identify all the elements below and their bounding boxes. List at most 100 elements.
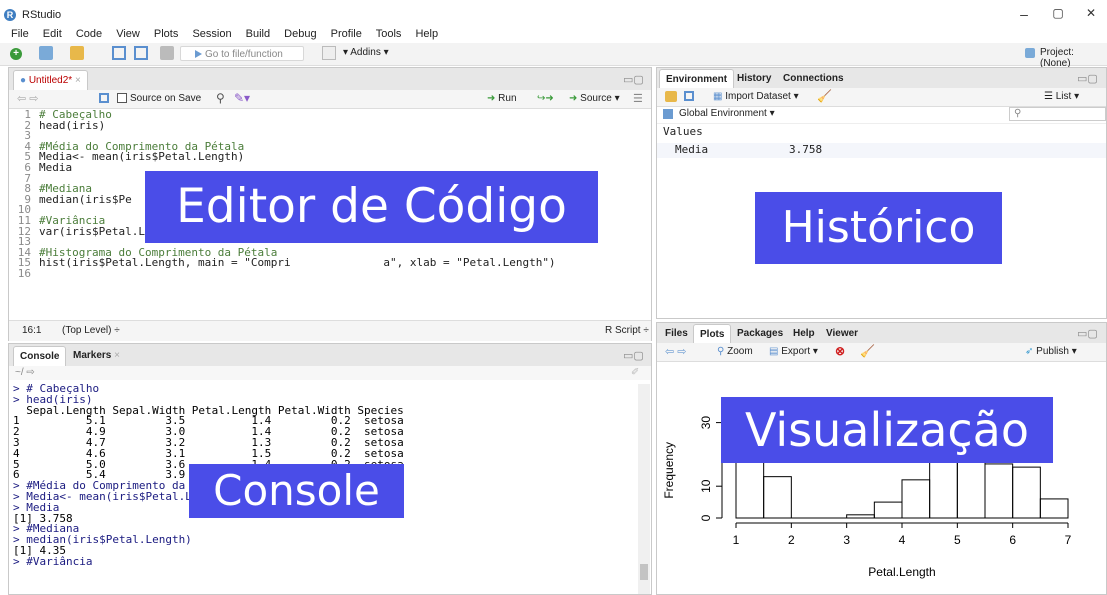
minimize-button[interactable]: –	[1014, 6, 1034, 22]
maximize-button[interactable]: ▢	[1048, 6, 1068, 20]
menu-session[interactable]: Session	[192, 28, 231, 40]
code-line[interactable]: 2 head(iris)	[9, 120, 649, 132]
run-button[interactable]: ➜ Run	[487, 93, 517, 104]
variable-name: Media	[675, 143, 709, 156]
code-line[interactable]: 16	[9, 268, 649, 280]
list-view-dropdown[interactable]: ☰ List ▾	[1044, 91, 1079, 102]
tab-untitled2[interactable]: ● Untitled2* ×	[13, 70, 88, 91]
clear-console-icon[interactable]: ✐	[631, 366, 639, 380]
remove-plot-icon[interactable]: ⊗	[835, 344, 845, 358]
tab-environment[interactable]: Environment	[659, 69, 735, 89]
scrollbar-thumb[interactable]	[640, 564, 648, 580]
clear-plots-icon[interactable]: 🧹	[860, 344, 875, 358]
histogram-bar	[1039, 498, 1069, 519]
broom-icon[interactable]: 🧹	[817, 89, 832, 103]
source-button[interactable]: ➜ Source ▾	[569, 93, 620, 104]
code-tools-icon[interactable]: ✎▾	[234, 91, 250, 105]
scope-dropdown-env[interactable]: Global Environment ▾	[679, 108, 775, 119]
save-all-icon[interactable]	[134, 46, 148, 60]
y-axis-label: Frequency	[662, 442, 676, 499]
save-workspace-icon[interactable]	[684, 91, 694, 101]
console-minmax-icon[interactable]: ▭▢	[623, 349, 644, 362]
console-tabstrip: Console Markers × ▭▢	[9, 344, 651, 367]
tab-connections[interactable]: Connections	[777, 69, 850, 88]
tab-plots[interactable]: Plots	[693, 324, 732, 344]
tab-help[interactable]: Help	[787, 324, 821, 343]
rerun-icon[interactable]: ↪➜	[537, 93, 554, 104]
tab-history[interactable]: History	[731, 69, 777, 88]
import-dataset-button[interactable]: ▦ Import Dataset ▾	[713, 91, 799, 102]
outline-icon[interactable]: ☰	[633, 92, 643, 105]
menu-profile[interactable]: Profile	[331, 28, 362, 40]
load-workspace-icon[interactable]	[665, 91, 677, 102]
x-tick-label: 5	[954, 533, 961, 547]
close-tab-icon[interactable]: ×	[75, 75, 81, 86]
tab-files[interactable]: Files	[659, 324, 694, 343]
import-dataset-label: Import Dataset	[725, 91, 791, 102]
title-bar: R RStudio – ▢ ✕	[0, 0, 1107, 26]
line-text: Media	[39, 160, 73, 174]
tab-markers-label: Markers	[73, 350, 112, 361]
menu-tools[interactable]: Tools	[376, 28, 402, 40]
pane-minmax-icon[interactable]: ▭▢	[623, 73, 644, 86]
x-tick-label: 6	[1009, 533, 1016, 547]
menu-view[interactable]: View	[116, 28, 140, 40]
zoom-button[interactable]: ⚲ Zoom	[717, 346, 753, 357]
menu-help[interactable]: Help	[415, 28, 438, 40]
main-toolbar: + Go to file/function ▾ Addins ▾ Project…	[0, 43, 1107, 69]
files-minmax-icon[interactable]: ▭▢	[1077, 327, 1098, 340]
run-label: Run	[498, 93, 517, 104]
console-line: > # Cabeçalho	[13, 384, 100, 395]
addins-label: Addins	[350, 47, 381, 58]
close-button[interactable]: ✕	[1081, 6, 1101, 20]
tab-viewer[interactable]: Viewer	[820, 324, 864, 343]
env-value-row[interactable]: Media 3.758	[657, 143, 1106, 158]
publish-label: Publish	[1036, 346, 1069, 357]
back-forward-icon[interactable]: ⇦ ⇨	[17, 92, 39, 105]
code-line[interactable]: 1 # Cabeçalho	[9, 109, 649, 121]
project-menu[interactable]: Project: (None)	[1040, 47, 1107, 69]
console-scrollbar[interactable]	[638, 384, 650, 594]
tab-console[interactable]: Console	[13, 346, 67, 367]
save-file-icon[interactable]	[99, 93, 109, 103]
search-icon[interactable]: ⚲	[216, 91, 225, 105]
line-text: median(iris$Pe	[39, 192, 132, 206]
file-type-dropdown[interactable]: R Script ÷	[605, 321, 649, 341]
plots-overlay-label: Visualização	[721, 397, 1053, 463]
env-minmax-icon[interactable]: ▭▢	[1077, 72, 1098, 85]
console-line: > #Variância	[13, 554, 93, 568]
histogram-plot: 1 2 3 4 5 6 7 Petal.Length 0 10 30 Frequency	[662, 399, 1072, 579]
menu-file[interactable]: File	[11, 28, 29, 40]
tab-packages[interactable]: Packages	[731, 324, 789, 343]
save-icon[interactable]	[112, 46, 126, 60]
code-line[interactable]: 5 Media<- mean(iris$Petal.Length)	[9, 151, 649, 163]
env-search-input[interactable]: ⚲	[1009, 107, 1106, 121]
menu-edit[interactable]: Edit	[43, 28, 62, 40]
menu-debug[interactable]: Debug	[284, 28, 316, 40]
plot-nav-icon[interactable]: ⇦ ⇨	[665, 345, 687, 358]
console-pane: Console Markers × ▭▢ ~/ ⇨ ✐ > # Cabeçalh…	[8, 343, 652, 595]
export-button[interactable]: ▤ Export ▾	[769, 346, 818, 357]
close-markers-icon[interactable]: ×	[114, 350, 120, 361]
print-icon[interactable]	[160, 46, 174, 60]
source-on-save-checkbox[interactable]	[117, 93, 127, 103]
editor-statusbar: 16:1 (Top Level) ÷ R Script ÷	[9, 320, 651, 341]
publish-icon: ➶	[1025, 346, 1034, 357]
new-project-icon[interactable]	[39, 46, 53, 60]
open-file-icon[interactable]	[70, 46, 84, 60]
tab-markers[interactable]: Markers ×	[67, 346, 126, 366]
environment-scope-bar: Global Environment ▾ ⚲	[657, 106, 1106, 124]
code-line[interactable]: 15 hist(iris$Petal.Length, main = "Compri…	[9, 257, 649, 269]
new-file-icon[interactable]: +	[10, 48, 22, 60]
x-tick-label: 4	[899, 533, 906, 547]
publish-button[interactable]: ➶ Publish ▾	[1025, 346, 1077, 357]
menu-build[interactable]: Build	[246, 28, 270, 40]
rstudio-logo-icon: R	[4, 9, 16, 21]
scope-dropdown[interactable]: (Top Level) ÷	[62, 321, 120, 341]
menu-code[interactable]: Code	[76, 28, 102, 40]
r-file-icon: ●	[20, 75, 27, 86]
grid-icon[interactable]	[322, 46, 336, 60]
addins-button[interactable]: ▾ Addins ▾	[343, 47, 389, 58]
histogram-bar	[1012, 466, 1041, 519]
menu-plots[interactable]: Plots	[154, 28, 178, 40]
